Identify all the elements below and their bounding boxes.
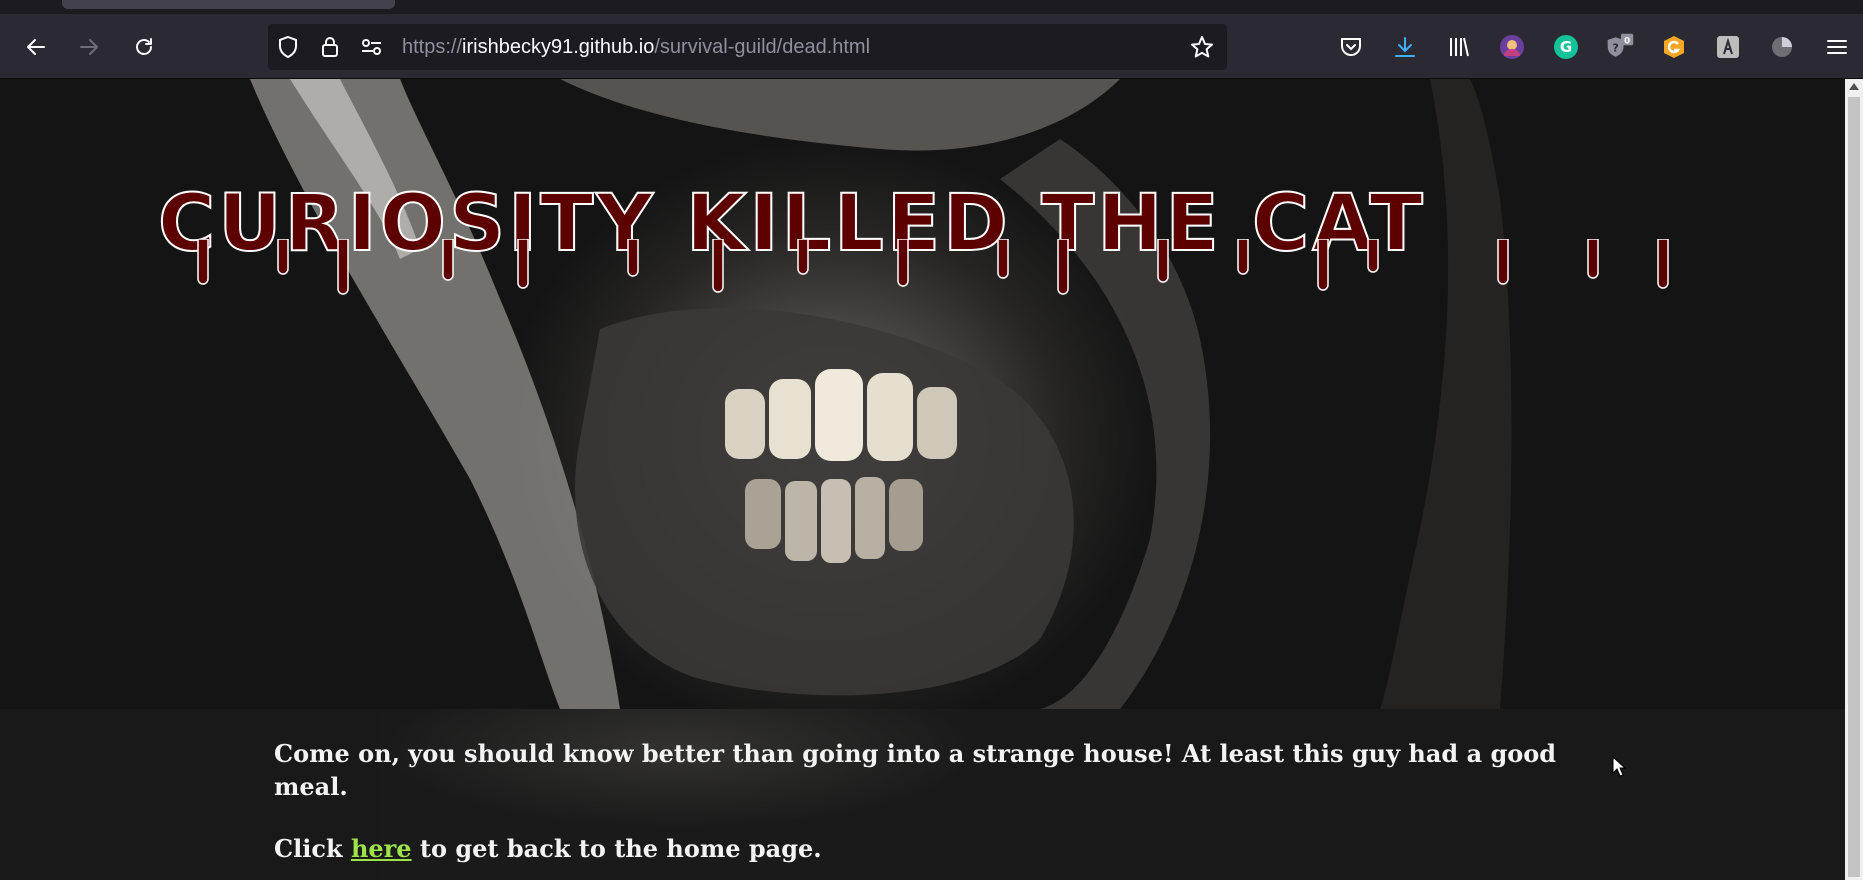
home-link-paragraph: Click here to get back to the home page.: [274, 832, 1574, 865]
url-bar[interactable]: https://irishbecky91.github.io/survival-…: [268, 24, 1227, 70]
extension-badge-count: 0: [1624, 36, 1630, 46]
pocket-icon[interactable]: [1336, 32, 1366, 62]
url-text[interactable]: https://irishbecky91.github.io/survival-…: [402, 36, 870, 58]
tab-strip: [0, 0, 1863, 14]
mouse-cursor-icon: [1612, 756, 1626, 777]
url-prefix: https://: [402, 36, 463, 58]
vertical-scrollbar[interactable]: [1845, 79, 1863, 880]
home-link-suffix: to get back to the home page.: [411, 834, 822, 863]
scrollbar-thumb[interactable]: [1848, 97, 1860, 877]
browser-toolbar: https://irishbecky91.github.io/survival-…: [0, 14, 1863, 79]
password-manager-icon[interactable]: ? 0: [1605, 32, 1635, 62]
lock-icon[interactable]: [318, 35, 342, 59]
death-message: Come on, you should know better than goi…: [274, 739, 1557, 801]
forward-arrow-icon[interactable]: [72, 30, 106, 64]
pie-extension-icon[interactable]: [1767, 32, 1797, 62]
library-icon[interactable]: [1444, 32, 1474, 62]
svg-text:G: G: [1560, 38, 1572, 56]
active-tab[interactable]: [62, 0, 395, 9]
home-link-prefix: Click: [274, 834, 351, 863]
scroll-up-icon[interactable]: [1849, 83, 1859, 90]
bookmark-star-icon[interactable]: [1190, 35, 1214, 59]
avatar-extension-icon[interactable]: [1497, 32, 1527, 62]
url-path: /survival-guild/dead.html: [654, 36, 871, 58]
g-extension-icon[interactable]: [1659, 32, 1689, 62]
shield-icon[interactable]: [276, 35, 300, 59]
home-page-link[interactable]: here: [351, 834, 412, 863]
url-host: irishbecky91.github.io: [462, 36, 655, 58]
svg-text:?: ?: [1613, 42, 1619, 54]
download-icon[interactable]: [1390, 32, 1420, 62]
permissions-icon[interactable]: [360, 35, 384, 59]
back-arrow-icon[interactable]: [19, 30, 53, 64]
grammarly-icon[interactable]: G: [1551, 32, 1581, 62]
a-extension-icon[interactable]: [1713, 32, 1743, 62]
reload-icon[interactable]: [127, 30, 161, 64]
blood-drips-decoration: [197, 239, 1669, 295]
hamburger-menu-icon[interactable]: [1822, 32, 1852, 62]
page-content: CURIOSITY KILLED THE CAT Come on, you sh…: [0, 79, 1845, 880]
teeth-graphic: [725, 369, 957, 563]
